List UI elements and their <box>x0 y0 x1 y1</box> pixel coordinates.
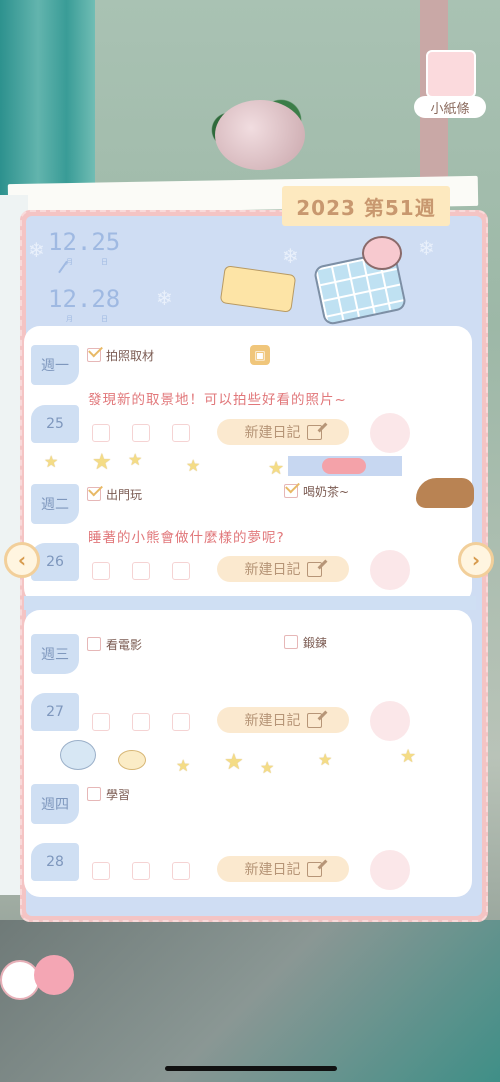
task-label: 拍照取材 <box>106 349 155 363</box>
task-label: 喝奶茶~ <box>303 485 350 499</box>
new-diary-label: 新建日記 <box>244 713 301 729</box>
chevron-right-icon: › <box>471 548 481 572</box>
star-icon: ★ <box>260 758 275 777</box>
task-checkbox[interactable] <box>284 484 298 498</box>
new-diary-button[interactable]: 新建日記 <box>217 707 349 733</box>
note-badge[interactable]: 小紙條 <box>414 50 486 120</box>
pencil-icon <box>306 424 322 440</box>
pencil-icon <box>306 712 322 728</box>
dumpling-bowl-sticker <box>60 740 96 770</box>
sticker-slot[interactable] <box>172 424 190 442</box>
sticker-slot[interactable] <box>132 713 150 731</box>
sticker-slot[interactable] <box>92 424 110 442</box>
note-avatar-icon <box>426 50 476 98</box>
home-indicator[interactable] <box>165 1066 337 1071</box>
sticker-slot[interactable] <box>172 562 190 580</box>
snowflake-icon: ❄ <box>418 236 435 260</box>
weekday-label-tue: 週二 <box>31 484 79 524</box>
previous-week-button[interactable]: ‹ <box>4 542 40 578</box>
task-checkbox[interactable] <box>87 787 101 801</box>
date-end-month-unit: 月 <box>66 315 73 323</box>
task-checkbox[interactable] <box>284 635 298 649</box>
day-note: 發現新的取景地！可以拍些好看的照片~ <box>88 392 347 408</box>
star-icon: ★ <box>92 450 112 475</box>
new-diary-button[interactable]: 新建日記 <box>217 856 349 882</box>
ball-charm <box>34 955 74 995</box>
date-start: 12.25 <box>48 228 121 256</box>
mood-slot[interactable] <box>370 701 410 741</box>
star-icon: ★ <box>318 750 333 769</box>
curtain <box>0 0 95 200</box>
weekday-label-wed: 週三 <box>31 634 79 674</box>
sleeping-bear-sticker <box>416 478 474 508</box>
date-end-day-unit: 日 <box>101 315 108 323</box>
star-icon: ★ <box>186 456 201 475</box>
weekday-label-thu: 週四 <box>31 784 79 824</box>
sticker-slot[interactable] <box>92 862 110 880</box>
task-label: 鍛鍊 <box>303 636 328 650</box>
fabric-bottom <box>0 920 500 1082</box>
gift-icon[interactable]: ▣ <box>250 345 270 365</box>
star-icon: ★ <box>128 450 143 469</box>
new-diary-label: 新建日記 <box>244 562 301 578</box>
chevron-left-icon: ‹ <box>17 548 27 572</box>
snowflake-icon: ❄ <box>28 238 45 262</box>
task-checkbox[interactable] <box>87 487 101 501</box>
sticker-slot[interactable] <box>132 862 150 880</box>
sticker-slot[interactable] <box>172 713 190 731</box>
date-number-mon: 25 <box>31 405 79 443</box>
sticker-slot[interactable] <box>172 862 190 880</box>
star-icon: ★ <box>268 458 285 479</box>
star-icon: ★ <box>44 452 59 471</box>
sticker-slot[interactable] <box>92 713 110 731</box>
date-end: 12.28 <box>48 285 121 313</box>
mood-slot[interactable] <box>370 413 410 453</box>
star-icon: ★ <box>176 756 191 775</box>
task-label: 學習 <box>106 788 131 802</box>
task-label: 看電影 <box>106 638 143 652</box>
star-icon: ★ <box>224 750 244 775</box>
new-diary-label: 新建日記 <box>244 862 301 878</box>
note-badge-label: 小紙條 <box>414 96 486 118</box>
sticker-slot[interactable] <box>132 562 150 580</box>
task-checkbox[interactable] <box>87 637 101 651</box>
star-icon: ★ <box>400 746 417 767</box>
cookie-sticker <box>118 750 146 770</box>
page-divider <box>24 596 476 610</box>
new-diary-label: 新建日記 <box>244 425 301 441</box>
mascot-head <box>362 236 402 270</box>
pencil-icon <box>306 561 322 577</box>
mood-slot[interactable] <box>370 550 410 590</box>
snowflake-icon: ❄ <box>282 244 299 268</box>
plant-pot <box>215 100 305 170</box>
snowflake-icon: ❄ <box>156 286 173 310</box>
date-start-day-unit: 日 <box>101 258 108 266</box>
task-checkbox[interactable] <box>87 348 101 362</box>
sticker-slot[interactable] <box>92 562 110 580</box>
new-diary-button[interactable]: 新建日記 <box>217 419 349 445</box>
week-title-tab: 2023 第51週 <box>282 186 450 226</box>
sticker-slot[interactable] <box>132 424 150 442</box>
day-note: 睡著的小熊會做什麼樣的夢呢? <box>88 530 285 546</box>
next-week-button[interactable]: › <box>458 542 494 578</box>
washi-tape-pattern <box>322 458 366 474</box>
task-label: 出門玩 <box>106 488 143 502</box>
pencil-icon <box>306 861 322 877</box>
new-diary-button[interactable]: 新建日記 <box>217 556 349 582</box>
mood-slot[interactable] <box>370 850 410 890</box>
date-number-wed: 27 <box>31 693 79 731</box>
weekday-label-mon: 週一 <box>31 345 79 385</box>
sleeping-mascot-sticker <box>312 228 412 327</box>
date-number-thu: 28 <box>31 843 79 881</box>
